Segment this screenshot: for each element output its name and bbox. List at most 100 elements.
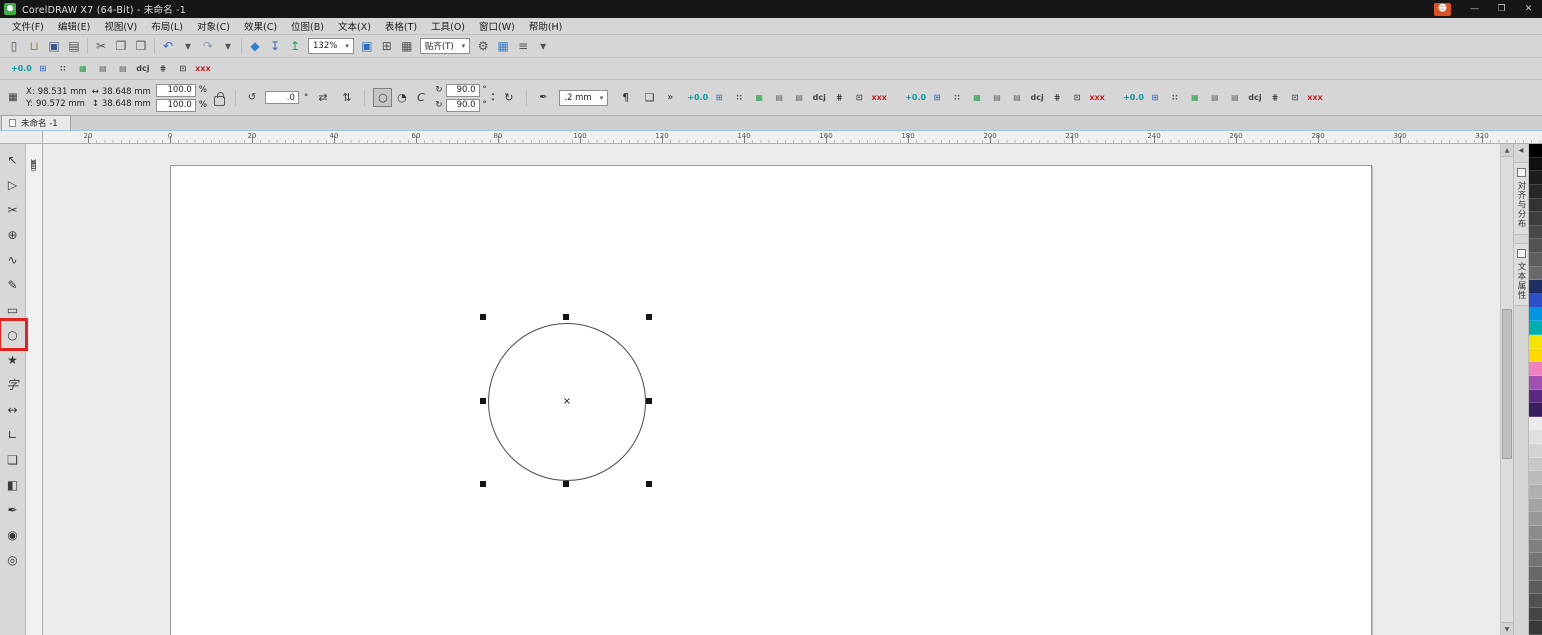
color-swatch[interactable]	[1529, 553, 1542, 567]
page-icon[interactable]: ▤	[988, 90, 1006, 106]
show-rulers-icon[interactable]: ⊞	[377, 37, 397, 56]
color-swatch[interactable]	[1529, 485, 1542, 499]
new-document-icon[interactable]: ▯	[4, 37, 24, 56]
color-swatch[interactable]	[1529, 225, 1542, 240]
options-gear-icon[interactable]: ⚙	[473, 37, 493, 56]
ellipse-tool[interactable]: ○	[0, 318, 28, 351]
paste-icon[interactable]: ❒	[131, 37, 151, 56]
color-grid-icon[interactable]: ▦	[968, 90, 986, 106]
object-origin-icon[interactable]: ▦	[5, 90, 21, 106]
color-swatch[interactable]	[1529, 498, 1542, 513]
color-swatch[interactable]	[1529, 607, 1542, 622]
mirror-horizontal-icon[interactable]: ⇄	[313, 88, 332, 107]
color-swatch[interactable]	[1529, 198, 1542, 213]
y-position-value[interactable]: 90.572 mm	[36, 99, 85, 109]
mirror-vertical-icon[interactable]: ⇅	[337, 88, 356, 107]
color-swatch[interactable]	[1529, 389, 1542, 404]
rotation-angle-field[interactable]: .0	[264, 91, 299, 104]
application-launcher-icon[interactable]: ◆	[245, 37, 265, 56]
ruler-origin-corner[interactable]	[0, 131, 43, 143]
overflow-chevron-icon[interactable]: »	[664, 92, 676, 103]
align-dots-icon[interactable]: ∷	[730, 90, 748, 106]
zoom-tool[interactable]: ⊕	[2, 222, 24, 247]
duplicate-distance-icon[interactable]: ⊞	[710, 90, 728, 106]
object-width-value[interactable]: 38.648 mm	[102, 87, 151, 97]
show-grid-icon[interactable]: ▦	[397, 37, 417, 56]
scroll-down-icon[interactable]: ▼	[1501, 622, 1513, 635]
parallel-dimension-tool[interactable]: ↔	[2, 397, 24, 422]
font-sample-icon[interactable]: dcj	[134, 61, 152, 77]
page-duplicate-icon[interactable]: ▤	[790, 90, 808, 106]
redo-icon[interactable]: ↷	[198, 37, 218, 56]
minimize-button[interactable]: —	[1461, 0, 1488, 18]
color-eyedropper-tool[interactable]: ✒	[2, 497, 24, 522]
change-direction-icon[interactable]: ↻	[499, 88, 518, 107]
color-swatch[interactable]	[1529, 566, 1542, 581]
color-swatch[interactable]	[1529, 362, 1542, 376]
docker-tab[interactable]: 对齐与分布	[1513, 162, 1529, 235]
selection-handle[interactable]	[646, 481, 652, 487]
page-icon[interactable]: ▤	[1206, 90, 1224, 106]
docker-expand-icon[interactable]: ◀	[1519, 147, 1524, 154]
menu-item[interactable]: 文件(F)	[5, 17, 51, 35]
menu-item[interactable]: 文本(X)	[331, 17, 378, 35]
selection-handle[interactable]	[646, 314, 652, 320]
xxx-icon[interactable]: xxx	[870, 90, 888, 106]
nudge-value-icon[interactable]: +0.0	[11, 61, 32, 77]
menu-item[interactable]: 视图(V)	[97, 17, 144, 35]
color-swatch[interactable]	[1529, 307, 1542, 322]
color-swatch[interactable]	[1529, 580, 1542, 595]
menu-item[interactable]: 对象(C)	[190, 17, 237, 35]
rectangle-tool[interactable]: ▭	[2, 297, 24, 322]
color-swatch[interactable]	[1529, 171, 1542, 185]
callout-icon[interactable]: ⊡	[1286, 90, 1304, 106]
color-swatch[interactable]	[1529, 184, 1542, 199]
nudge-value-icon[interactable]: +0.0	[905, 90, 926, 106]
x-position-value[interactable]: 98.531 mm	[38, 87, 87, 97]
page-icon[interactable]: ▤	[770, 90, 788, 106]
color-swatch[interactable]	[1529, 471, 1542, 486]
import-icon[interactable]: ↧	[265, 37, 285, 56]
duplicate-distance-icon[interactable]: ⊞	[928, 90, 946, 106]
color-swatch[interactable]	[1529, 457, 1542, 472]
scrollbar-thumb[interactable]	[1502, 309, 1512, 459]
document-tab[interactable]: 未命名 -1	[1, 115, 71, 130]
snap-to-combo[interactable]: 贴齐(T) ▾	[419, 38, 471, 54]
zoom-level-combo[interactable]: 132% ▾	[308, 38, 354, 54]
document-page[interactable]	[170, 165, 1372, 635]
xxx-icon[interactable]: xxx	[1088, 90, 1106, 106]
duplicate-distance-icon[interactable]: ⊞	[1146, 90, 1164, 106]
color-swatch[interactable]	[1529, 403, 1542, 417]
font-sample-icon[interactable]: dcj	[810, 90, 828, 106]
shape-tool[interactable]: ▷	[2, 172, 24, 197]
selection-handle[interactable]	[480, 397, 486, 404]
scale-x-field[interactable]: 100.0	[155, 83, 196, 97]
color-swatch[interactable]	[1529, 444, 1542, 458]
menu-item[interactable]: 表格(T)	[378, 17, 424, 35]
spin-down-icon[interactable]: ▾	[492, 98, 495, 103]
callout-icon[interactable]: ⊡	[1068, 90, 1086, 106]
menu-item[interactable]: 效果(C)	[237, 17, 284, 35]
lock-ratio-icon[interactable]	[213, 91, 225, 106]
color-swatch[interactable]	[1529, 594, 1542, 608]
ellipse-mode-icon[interactable]: ○	[373, 88, 393, 107]
interactive-fill-tool[interactable]: ◉	[2, 522, 24, 547]
polygon-tool[interactable]: ★	[2, 347, 24, 372]
start-angle-field[interactable]: 90.0	[445, 83, 480, 97]
pie-mode-icon[interactable]: ◔	[392, 88, 411, 107]
color-swatch[interactable]	[1529, 321, 1542, 335]
toolbar-overflow-icon[interactable]: ▾	[533, 37, 553, 56]
color-swatch[interactable]	[1529, 375, 1542, 390]
color-swatch[interactable]	[1529, 253, 1542, 267]
redo-dropdown-icon[interactable]: ▾	[218, 37, 238, 56]
vertical-ruler[interactable]: 0 20 40 60 80 100	[26, 144, 43, 635]
color-swatch[interactable]	[1529, 512, 1542, 526]
page-icon[interactable]: ▤	[94, 61, 112, 77]
color-swatch[interactable]	[1529, 416, 1542, 431]
color-swatch[interactable]	[1529, 348, 1542, 363]
comb-icon[interactable]: ⋕	[1048, 90, 1066, 106]
selection-handle[interactable]	[480, 314, 486, 320]
connector-tool[interactable]: ∟	[2, 422, 24, 447]
align-dots-icon[interactable]: ∷	[1166, 90, 1184, 106]
wrap-text-icon[interactable]: ¶	[616, 88, 635, 107]
